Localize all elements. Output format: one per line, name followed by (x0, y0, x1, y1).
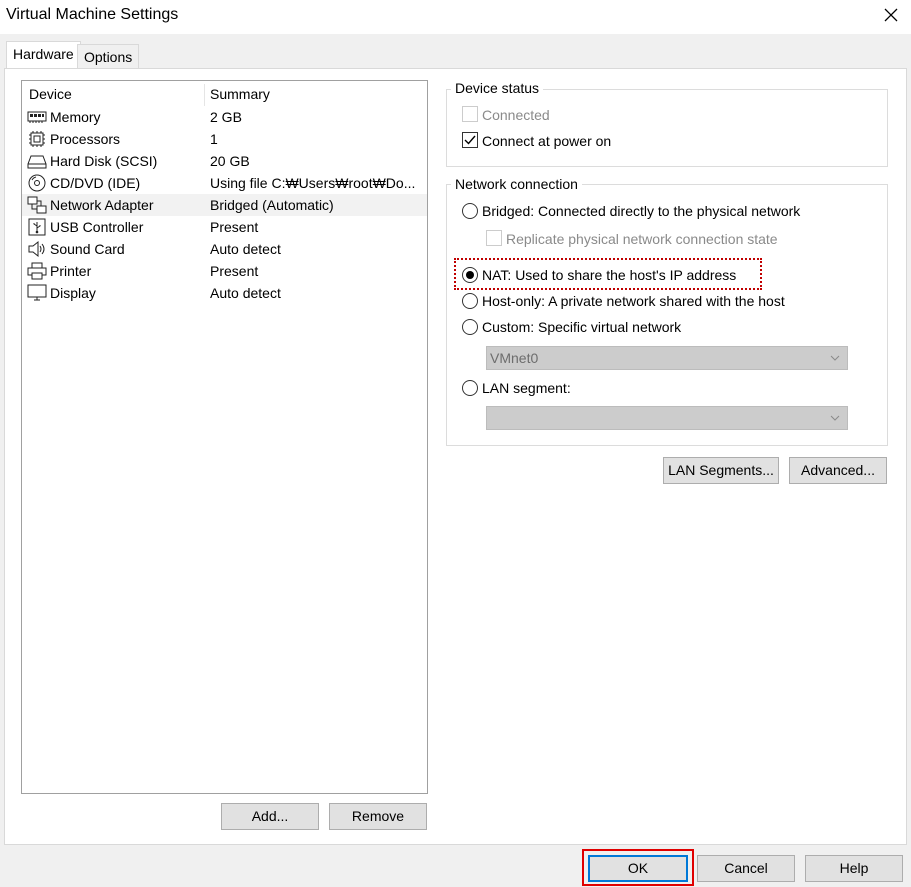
tab-strip: Hardware Options (0, 34, 911, 69)
nat-radio[interactable] (462, 267, 478, 283)
device-name: Sound Card (50, 241, 125, 257)
lan-segment-label: LAN segment: (482, 380, 571, 396)
hard-disk-icon (27, 155, 47, 169)
memory-icon (27, 111, 47, 123)
network-adapter-icon (27, 196, 47, 214)
device-list[interactable]: Device Summary Memory 2 GB Processors 1 … (21, 80, 428, 794)
device-row-network-adapter[interactable]: Network Adapter Bridged (Automatic) (22, 194, 427, 216)
device-name: USB Controller (50, 219, 144, 235)
title-bar: Virtual Machine Settings (0, 0, 911, 34)
bridged-radio[interactable] (462, 203, 478, 219)
device-summary: 2 GB (210, 109, 242, 125)
printer-icon (27, 262, 47, 280)
device-summary: Present (210, 219, 259, 235)
network-connection-title: Network connection (451, 176, 582, 192)
device-name: CD/DVD (IDE) (50, 175, 141, 191)
processor-icon (29, 131, 45, 147)
lan-segment-radio[interactable] (462, 380, 478, 396)
device-summary: Using file C:₩Users₩root₩Do... (210, 175, 416, 191)
custom-radio[interactable] (462, 319, 478, 335)
device-name: Hard Disk (SCSI) (50, 153, 158, 169)
device-status-group (446, 89, 888, 167)
cd-dvd-icon (28, 174, 46, 192)
checkmark-icon (464, 135, 476, 145)
device-status-title: Device status (451, 80, 544, 96)
ok-button[interactable]: OK (588, 855, 688, 882)
host-only-radio[interactable] (462, 293, 478, 309)
device-summary: 1 (210, 131, 218, 147)
device-name: Display (50, 285, 96, 301)
lan-segments-button[interactable]: LAN Segments... (663, 457, 779, 484)
remove-device-button[interactable]: Remove (329, 803, 427, 830)
device-summary: 20 GB (210, 153, 250, 169)
tab-hardware[interactable]: Hardware (6, 41, 81, 69)
connect-at-power-on-checkbox[interactable] (462, 132, 478, 148)
connected-checkbox[interactable] (462, 106, 478, 122)
device-summary: Auto detect (210, 241, 281, 257)
column-separator[interactable] (204, 84, 205, 106)
device-row-display[interactable]: Display Auto detect (22, 282, 427, 304)
device-row-usb-controller[interactable]: USB Controller Present (22, 216, 427, 238)
device-name: Network Adapter (50, 197, 154, 213)
speaker-icon (28, 240, 45, 258)
replicate-state-label: Replicate physical network connection st… (506, 231, 778, 247)
connect-at-power-on-label: Connect at power on (482, 133, 612, 149)
tab-options[interactable]: Options (77, 44, 140, 69)
host-only-label: Host-only: A private network shared with… (482, 293, 785, 309)
column-header-device[interactable]: Device (29, 86, 72, 106)
device-row-sound-card[interactable]: Sound Card Auto detect (22, 238, 427, 260)
device-row-processors[interactable]: Processors 1 (22, 128, 427, 150)
custom-label: Custom: Specific virtual network (482, 319, 682, 335)
device-summary: Present (210, 263, 259, 279)
lan-segment-dropdown[interactable] (486, 406, 848, 430)
advanced-button[interactable]: Advanced... (789, 457, 887, 484)
device-name: Memory (50, 109, 101, 125)
connected-label: Connected (482, 107, 550, 123)
device-name: Processors (50, 131, 121, 147)
custom-network-value: VMnet0 (490, 350, 539, 366)
column-header-summary[interactable]: Summary (210, 86, 270, 106)
device-row-memory[interactable]: Memory 2 GB (22, 106, 427, 128)
device-name: Printer (50, 263, 92, 279)
device-summary: Bridged (Automatic) (210, 197, 334, 213)
replicate-state-checkbox[interactable] (486, 230, 502, 246)
add-device-button[interactable]: Add... (221, 803, 319, 830)
custom-network-dropdown[interactable]: VMnet0 (486, 346, 848, 370)
window-title: Virtual Machine Settings (6, 6, 179, 23)
device-row-printer[interactable]: Printer Present (22, 260, 427, 282)
help-button[interactable]: Help (805, 855, 903, 882)
close-icon[interactable] (880, 4, 902, 26)
monitor-icon (27, 284, 47, 301)
nat-label: NAT: Used to share the host's IP address (482, 267, 737, 283)
device-row-cd-dvd[interactable]: CD/DVD (IDE) Using file C:₩Users₩root₩Do… (22, 172, 427, 194)
device-row-hard-disk[interactable]: Hard Disk (SCSI) 20 GB (22, 150, 427, 172)
chevron-down-icon (830, 415, 840, 421)
cancel-button[interactable]: Cancel (697, 855, 795, 882)
chevron-down-icon (830, 355, 840, 361)
bridged-label: Bridged: Connected directly to the physi… (482, 203, 801, 219)
device-summary: Auto detect (210, 285, 281, 301)
usb-icon (28, 218, 46, 236)
